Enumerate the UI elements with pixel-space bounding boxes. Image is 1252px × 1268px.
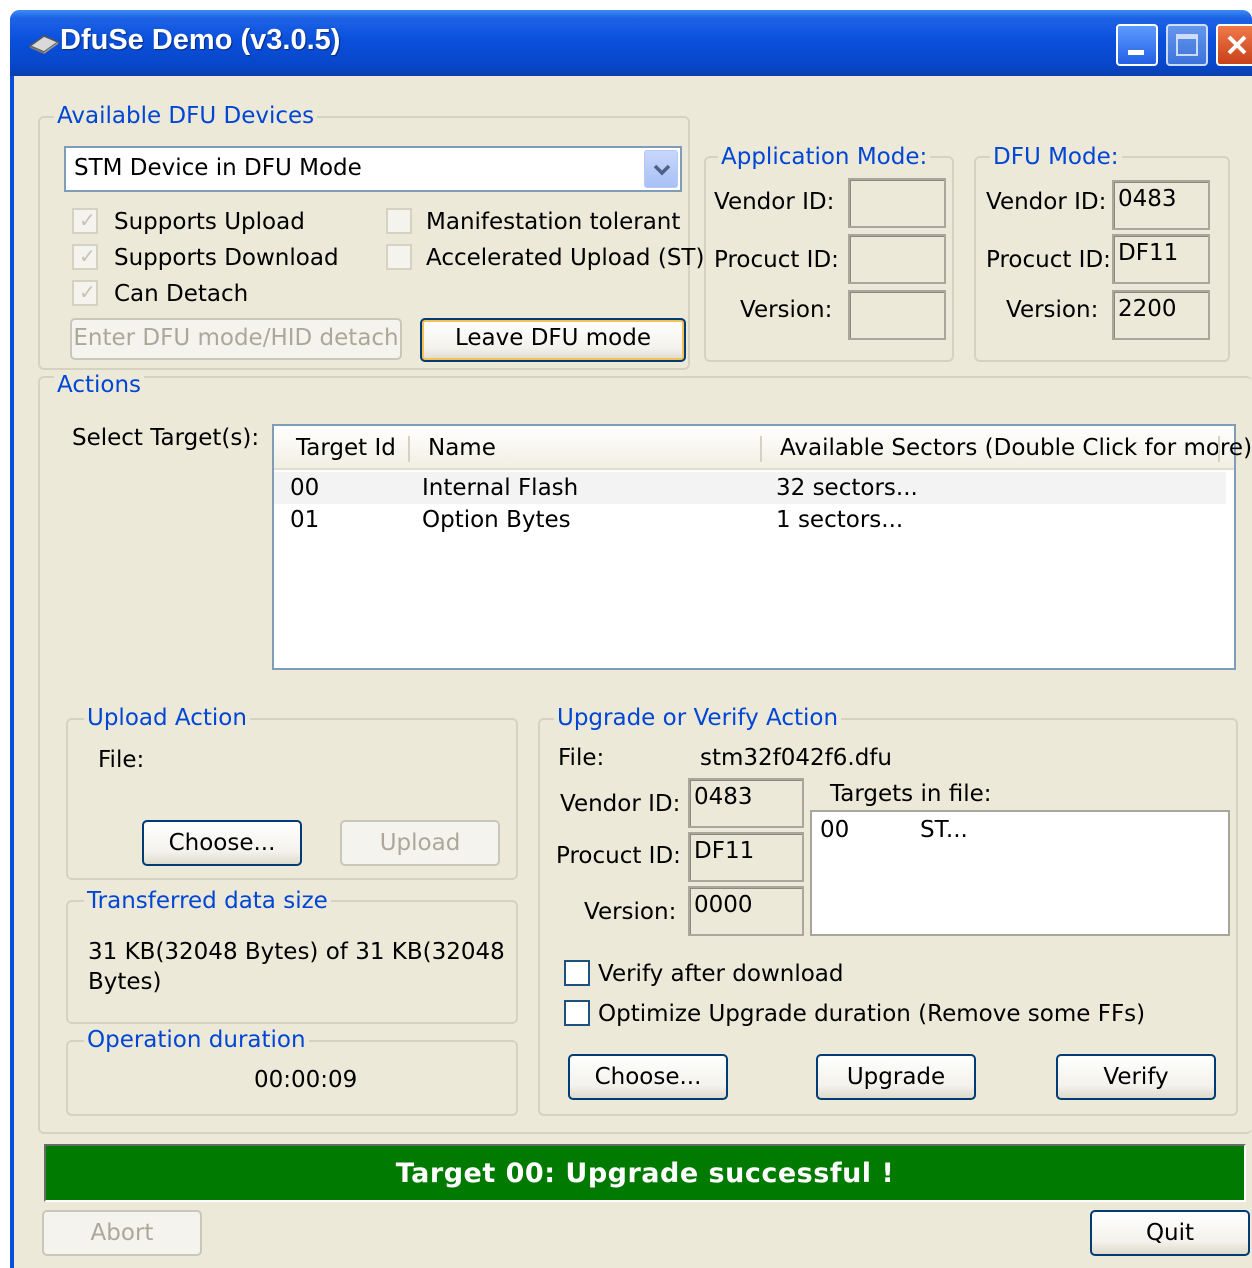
verify-after-download-checkbox[interactable] (564, 960, 590, 986)
dfu-version-field: 2200 (1112, 290, 1210, 340)
check-icon: ✓ (79, 244, 96, 268)
app-vendor-id-field (848, 178, 946, 228)
column-divider[interactable] (760, 436, 762, 462)
upload-choose-button[interactable]: Choose... (142, 820, 302, 866)
transferred-data-label: Transferred data size (84, 888, 331, 914)
dfu-version-label: Version: (1006, 297, 1099, 323)
maximize-button[interactable] (1166, 24, 1208, 66)
app-product-id-label: Procuct ID: (714, 247, 839, 273)
chevron-down-icon (653, 164, 671, 176)
upgrade-version-label: Version: (584, 899, 677, 925)
enter-dfu-button[interactable]: Enter DFU mode/HID detach (70, 318, 402, 360)
row-sectors: 32 sectors... (776, 475, 918, 501)
app-version-field (848, 290, 946, 340)
upgrade-vendor-id-field: 0483 (688, 778, 804, 828)
dfu-mode-label: DFU Mode: (990, 144, 1122, 170)
select-targets-label: Select Target(s): (72, 425, 260, 451)
available-devices-label: Available DFU Devices (54, 103, 318, 129)
row-sectors: 1 sectors... (776, 507, 904, 533)
app-vendor-id-label: Vendor ID: (714, 189, 835, 215)
actions-label: Actions (54, 372, 145, 398)
device-select[interactable]: STM Device in DFU Mode (64, 146, 682, 192)
minimize-button[interactable] (1116, 24, 1158, 66)
close-button[interactable] (1216, 24, 1252, 66)
quit-button[interactable]: Quit (1090, 1210, 1250, 1256)
check-icon: ✓ (79, 208, 96, 232)
chip-icon (28, 35, 60, 54)
upgrade-product-id-field: DF11 (688, 832, 804, 882)
dfuse-window: DfuSe Demo (v3.0.5) Available DFU Device… (10, 10, 1252, 1268)
operation-duration-label: Operation duration (84, 1027, 309, 1053)
window-title: DfuSe Demo (v3.0.5) (60, 24, 341, 56)
device-select-value: STM Device in DFU Mode (74, 155, 362, 181)
status-bar: Target 00: Upgrade successful ! (44, 1144, 1246, 1202)
upgrade-product-id-label: Procuct ID: (556, 843, 681, 869)
upgrade-button[interactable]: Upgrade (816, 1054, 976, 1100)
upgrade-file-label: File: (558, 745, 605, 771)
maximize-icon (1176, 34, 1198, 56)
upgrade-choose-button[interactable]: Choose... (568, 1054, 728, 1100)
accelerated-upload-checkbox[interactable] (386, 244, 412, 270)
dfu-vendor-id-label: Vendor ID: (986, 189, 1107, 215)
target-list[interactable]: Target Id Name Available Sectors (Double… (272, 424, 1252, 670)
supports-upload-label: Supports Upload (114, 209, 305, 235)
app-product-id-field (848, 234, 946, 284)
targets-in-file-label: Targets in file: (830, 781, 992, 807)
can-detach-checkbox[interactable]: ✓ (72, 280, 98, 306)
table-row[interactable]: 01 Option Bytes 1 sectors... (274, 504, 1226, 536)
column-divider[interactable] (408, 436, 410, 462)
upgrade-file-value: stm32f042f6.dfu (700, 745, 892, 771)
supports-upload-checkbox[interactable]: ✓ (72, 208, 98, 234)
upload-action-label: Upload Action (84, 705, 250, 731)
column-header-sectors[interactable]: Available Sectors (Double Click for more… (780, 434, 1252, 462)
can-detach-label: Can Detach (114, 281, 249, 307)
application-mode-label: Application Mode: (718, 144, 931, 170)
column-header-target-id[interactable]: Target Id (296, 434, 396, 462)
client-area: Available DFU Devices STM Device in DFU … (14, 76, 1252, 1268)
list-item[interactable]: 00 ST... (812, 814, 1228, 846)
row-target-id: 01 (290, 507, 320, 533)
optimize-upgrade-checkbox[interactable] (564, 1000, 590, 1026)
supports-download-checkbox[interactable]: ✓ (72, 244, 98, 270)
verify-button[interactable]: Verify (1056, 1054, 1216, 1100)
targets-in-file-list[interactable]: 00 ST... (810, 810, 1230, 936)
upgrade-version-field: 0000 (688, 886, 804, 936)
column-divider[interactable] (1218, 436, 1220, 462)
row-name: Option Bytes (422, 507, 571, 533)
dfu-product-id-label: Procuct ID: (986, 247, 1111, 273)
row-target-id: 00 (290, 475, 320, 501)
minimize-icon (1128, 50, 1144, 55)
accelerated-upload-label: Accelerated Upload (ST) (426, 245, 705, 271)
upgrade-verify-label: Upgrade or Verify Action (554, 705, 842, 731)
leave-dfu-button[interactable]: Leave DFU mode (420, 318, 686, 362)
dfu-vendor-id-field: 0483 (1112, 180, 1210, 230)
verify-after-download-label: Verify after download (598, 961, 844, 987)
title-bar[interactable]: DfuSe Demo (v3.0.5) (10, 10, 1252, 76)
file-target-id: 00 (820, 817, 850, 843)
operation-duration-value: 00:00:09 (254, 1067, 358, 1093)
manifestation-tolerant-checkbox[interactable] (386, 208, 412, 234)
manifestation-tolerant-label: Manifestation tolerant (426, 209, 681, 235)
check-icon: ✓ (79, 280, 96, 304)
upload-file-label: File: (98, 747, 145, 773)
abort-button[interactable]: Abort (42, 1210, 202, 1256)
transferred-data-line1: 31 KB(32048 Bytes) of 31 KB(32048 (88, 939, 505, 965)
upload-button[interactable]: Upload (340, 820, 500, 866)
optimize-upgrade-label: Optimize Upgrade duration (Remove some F… (598, 1001, 1146, 1027)
column-header-name[interactable]: Name (428, 434, 496, 462)
dropdown-button[interactable] (644, 150, 678, 188)
close-icon (1227, 35, 1247, 55)
row-name: Internal Flash (422, 475, 579, 501)
supports-download-label: Supports Download (114, 245, 339, 271)
file-target-name: ST... (920, 817, 968, 843)
status-message: Target 00: Upgrade successful ! (395, 1158, 895, 1189)
upgrade-vendor-id-label: Vendor ID: (560, 791, 681, 817)
table-row[interactable]: 00 Internal Flash 32 sectors... (274, 472, 1226, 504)
list-header: Target Id Name Available Sectors (Double… (274, 426, 1252, 470)
transferred-data-line2: Bytes) (88, 969, 162, 995)
app-version-label: Version: (740, 297, 833, 323)
dfu-product-id-field: DF11 (1112, 234, 1210, 284)
